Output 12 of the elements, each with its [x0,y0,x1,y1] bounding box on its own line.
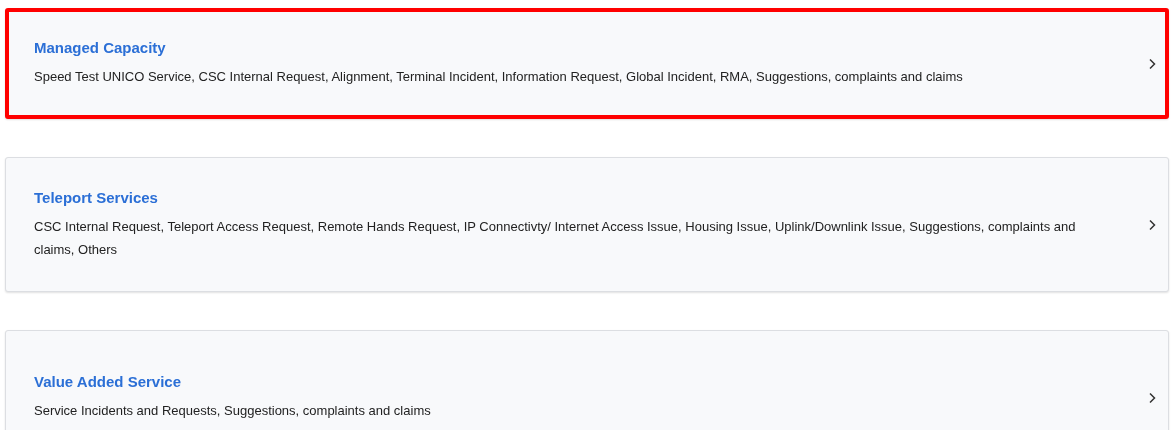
card-description: CSC Internal Request, Teleport Access Request, Remote Hands Request, IP Connectivty/ Internet Access Issue, Housing Issue, Uplink/Downlink Issue, Suggestions, complaints and claims, Others [34,217,1077,259]
category-card[interactable] [5,157,1169,292]
card-title: Value Added Service [34,373,182,390]
chevron-right-icon [1148,391,1156,404]
card-description: Service Incidents and Requests, Suggestions, complaints and claims [34,402,432,420]
category-card[interactable]: Managed Capacity Speed Test UNICO Service, CSC Internal Request, Alignment, Terminal Incident, Information Request, Global Incident, RMA, Suggestions, complaints and claims [5,8,1169,119]
card-description: Speed Test UNICO Service, CSC Internal Request, Alignment, Terminal Incident, Information Request, Global Incident, RMA, Suggestions, complaints and claims [34,68,964,86]
card-title: Managed Capacity [34,39,167,56]
card-title: Teleport Services [34,188,159,206]
category-card[interactable]: Value Added Service Service Incidents and Requests, Suggestions, complaints and claims [5,330,1169,430]
chevron-right-icon [1148,218,1156,231]
chevron-right-icon [1148,57,1156,70]
